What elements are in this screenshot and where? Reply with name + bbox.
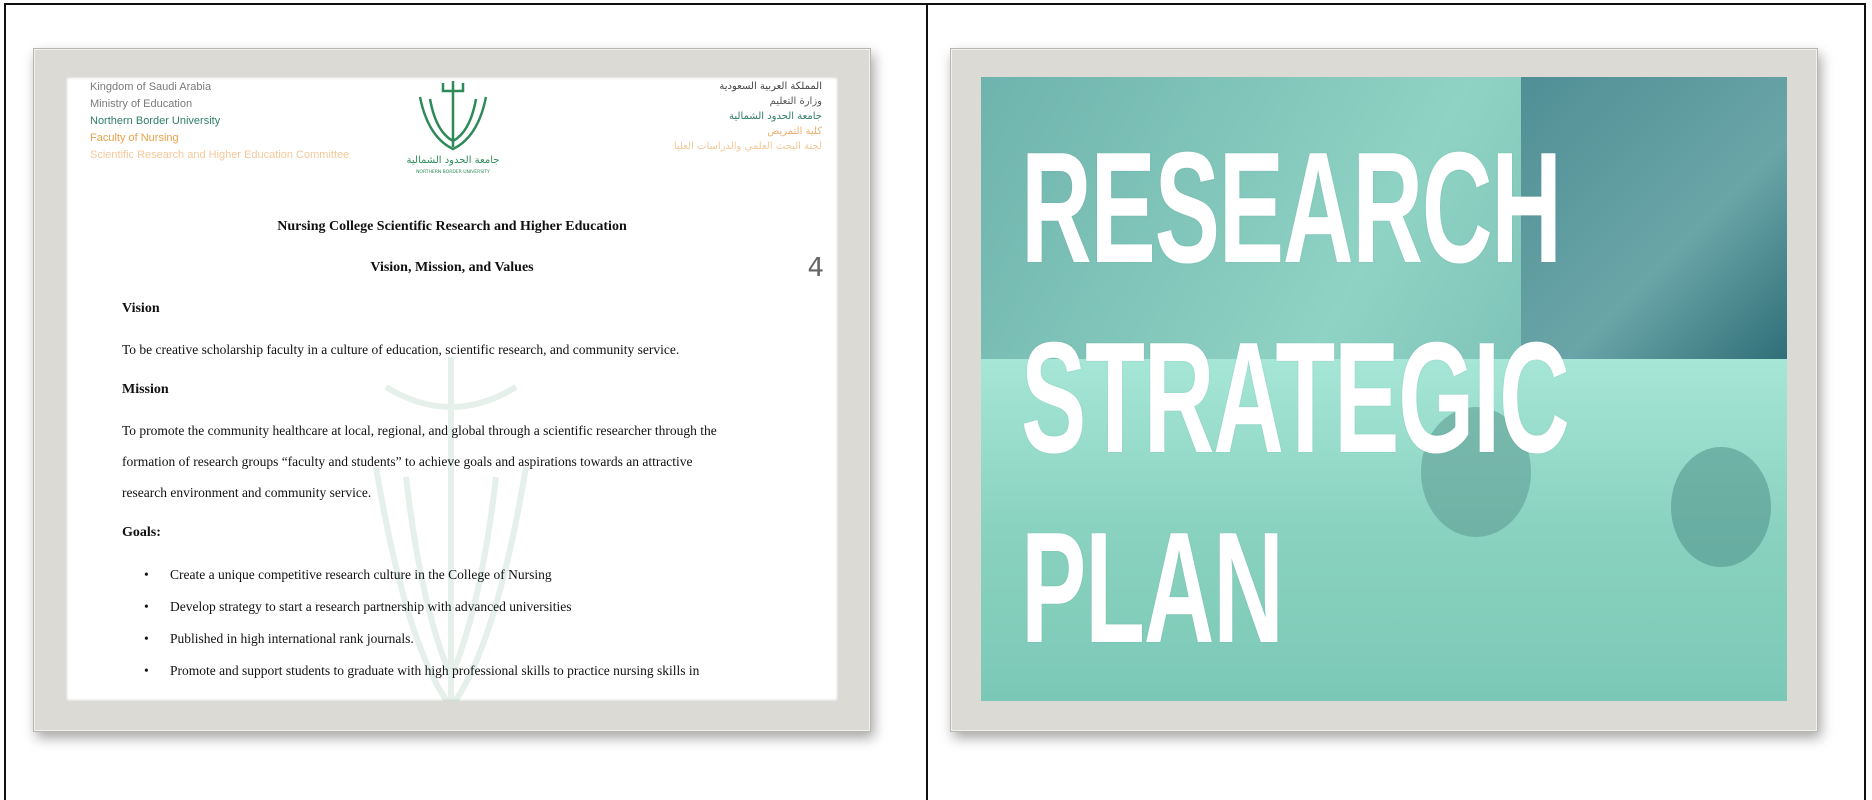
researcher-figure-icon <box>1671 447 1771 567</box>
mission-text-line-1: To promote the community healthcare at l… <box>122 423 717 438</box>
vision-heading: Vision <box>122 301 160 316</box>
goal-item: • Develop strategy to start a research pa… <box>144 599 572 614</box>
goal-item: • Promote and support students to graduat… <box>144 663 700 678</box>
vision-text: To be creative scholarship faculty in a … <box>122 342 680 357</box>
title-line-research: RESEARCH <box>1021 120 1562 296</box>
research-strategic-plan-image: RESEARCH STRATEGIC PLAN <box>981 77 1787 701</box>
right-picture-frame: RESEARCH STRATEGIC PLAN <box>950 48 1818 732</box>
document-body: Nursing College Scientific Research and … <box>66 77 838 701</box>
document-subtitle: Vision, Mission, and Values <box>370 260 534 275</box>
title-line-strategic: STRATEGIC <box>1021 310 1570 486</box>
left-picture-frame: Kingdom of Saudi Arabia Ministry of Educ… <box>33 48 871 732</box>
column-divider <box>926 3 928 800</box>
mission-text-line-2: formation of research groups “faculty an… <box>122 454 693 469</box>
page-number: 4 <box>807 253 824 283</box>
mission-text-line-3: research environment and community servi… <box>122 485 372 500</box>
goal-item: • Create a unique competitive research cu… <box>144 567 552 582</box>
document-slide-image: Kingdom of Saudi Arabia Ministry of Educ… <box>66 77 838 701</box>
mission-heading: Mission <box>122 382 169 397</box>
goal-item: • Published in high international rank jo… <box>144 631 414 646</box>
goals-heading: Goals: <box>122 525 161 540</box>
title-line-plan: PLAN <box>1021 500 1284 676</box>
document-title: Nursing College Scientific Research and … <box>277 219 627 234</box>
